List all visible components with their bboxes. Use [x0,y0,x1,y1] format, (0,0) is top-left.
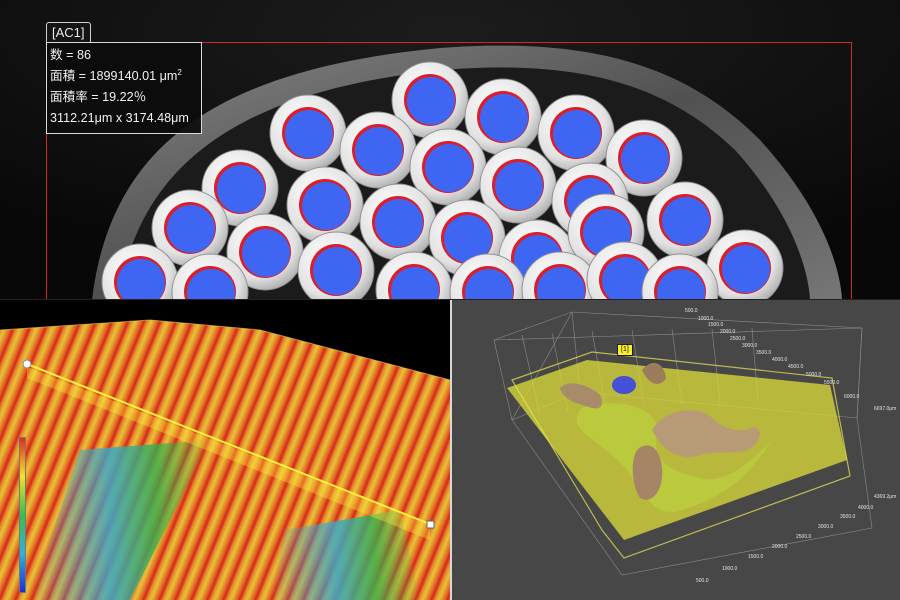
stat-area-unit: μm [159,69,178,83]
axis-bottom-0: 4369.2μm [874,494,897,500]
stat-dimensions: 3112.21μm x 3174.48μm [50,111,189,125]
axis-bottom-1: 4000.0 [858,505,874,511]
axis-bottom-4: 2500.0 [796,534,812,540]
marker-label[interactable]: [1] [617,344,633,356]
blob-marker[interactable] [612,376,636,394]
volume-3d-view[interactable]: [1] 500.0 1000.0 1500.0 2000.0 2500.0 30… [452,300,900,600]
stat-count-value: 86 [76,48,91,62]
height-map-3d-view[interactable] [0,300,450,600]
color-scale-frame [19,437,26,593]
axis-top-12: 6697.0μm [874,406,897,412]
axis-top-0: 500.0 [685,308,698,314]
axis-top-9: 5000.0 [806,372,822,378]
volume-surface-plot [452,300,900,600]
axis-bottom-5: 2000.0 [772,544,788,550]
stat-area-label: 面積 [50,69,90,83]
axis-bottom-7: 1000.0 [722,566,738,572]
stat-area-ratio: 面積率19.22％ [50,87,198,108]
axis-top-5: 3000.0 [742,343,758,349]
stat-area: 面積1899140.01 μm2 [50,66,198,87]
roi-label[interactable]: [AC1] [46,22,91,42]
area-measurement-view[interactable]: [AC1] 数86 面積1899140.01 μm2 面積率19.22％ 311… [0,0,900,300]
axis-bottom-8: 500.0 [696,578,709,584]
axis-top-10: 5500.0 [824,380,840,386]
stat-area-ratio-label: 面積率 [50,90,102,104]
stat-area-ratio-value: 19.22％ [102,90,147,104]
stat-area-value: 1899140.01 [89,69,157,83]
axis-bottom-3: 3000.0 [818,524,834,530]
stat-count: 数86 [50,45,198,66]
axis-top-7: 4000.0 [772,357,788,363]
axis-top-8: 4500.0 [788,364,804,370]
axis-top-3: 2000.0 [720,329,736,335]
measurement-stats-box: 数86 面積1899140.01 μm2 面積率19.22％ 3112.21μm… [46,42,202,134]
axis-bottom-2: 3500.0 [840,514,856,520]
axis-top-11: 6000.0 [844,394,860,400]
profile-end-handle[interactable] [426,520,435,529]
stat-count-label: 数 [50,48,77,62]
profile-start-handle[interactable] [22,359,32,369]
height-map-surface [0,300,450,600]
axis-top-4: 2500.0 [730,336,746,342]
axis-bottom-6: 1500.0 [748,554,764,560]
axis-top-6: 3500.0 [756,350,772,356]
axis-top-2: 1500.0 [708,322,724,328]
stat-area-unit-sup: 2 [177,67,182,77]
